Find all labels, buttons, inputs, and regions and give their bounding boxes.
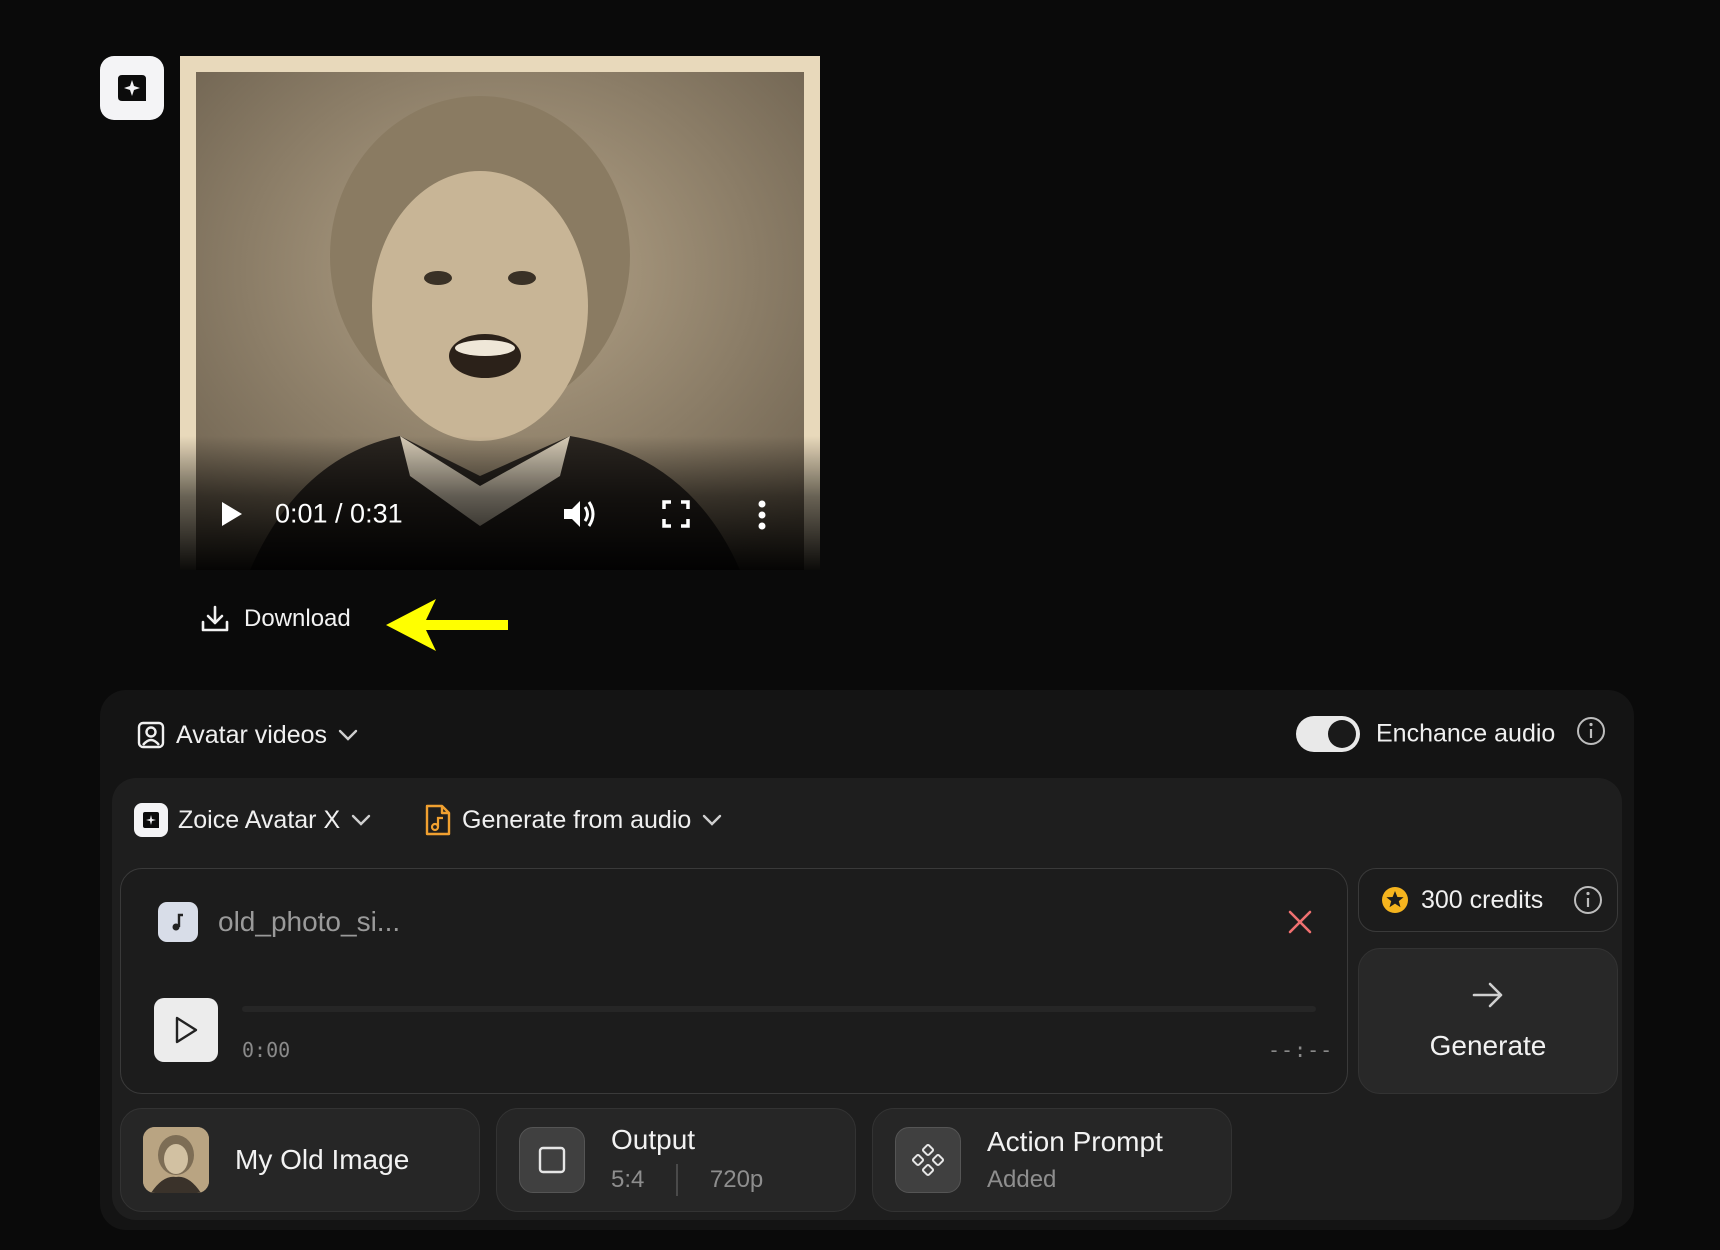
arrow-right-icon <box>1472 982 1503 1008</box>
enhance-audio-toggle[interactable] <box>1296 716 1360 752</box>
video-player[interactable]: 0:01 / 0:31 <box>180 56 820 570</box>
chevron-down-icon <box>351 814 371 826</box>
credits-display: 300 credits <box>1358 868 1618 932</box>
info-icon[interactable] <box>1573 885 1603 915</box>
audio-file-icon <box>425 804 451 836</box>
chevron-down-icon <box>338 729 358 741</box>
action-prompt-title: Action Prompt <box>987 1126 1163 1157</box>
audio-play-button[interactable] <box>154 998 218 1062</box>
video-time-display: 0:01 / 0:31 <box>275 498 403 529</box>
annotation-arrow-icon <box>386 599 508 651</box>
image-chip-label: My Old Image <box>235 1144 410 1175</box>
divider <box>676 1164 678 1196</box>
more-vertical-icon[interactable] <box>758 500 766 530</box>
action-prompt-chip[interactable]: Action Prompt Added <box>872 1108 1232 1212</box>
info-icon[interactable] <box>1576 716 1606 746</box>
play-icon[interactable] <box>220 500 244 528</box>
avatar-icon <box>137 721 165 749</box>
close-icon[interactable] <box>1286 908 1314 936</box>
image-chip[interactable]: My Old Image <box>120 1108 480 1212</box>
source-label: Generate from audio <box>462 805 692 834</box>
credits-label: 300 credits <box>1421 885 1544 914</box>
mode-label: Avatar videos <box>176 720 328 749</box>
download-icon <box>201 605 229 632</box>
sparkle-logo-icon <box>118 75 146 101</box>
model-dropdown[interactable]: Zoice Avatar X <box>134 800 372 840</box>
source-dropdown[interactable]: Generate from audio <box>424 800 723 840</box>
audio-time-current: 0:00 <box>242 1038 291 1062</box>
output-resolution: 720p <box>709 1166 764 1193</box>
model-logo-icon <box>134 803 168 837</box>
square-icon <box>519 1127 585 1193</box>
audio-progress-bar[interactable] <box>242 1006 1316 1012</box>
enhance-audio-label: Enchance audio <box>1376 719 1556 748</box>
app-logo <box>100 56 164 120</box>
audio-time-total: --:-- <box>1268 1038 1334 1062</box>
model-label: Zoice Avatar X <box>178 805 341 834</box>
action-prompt-icon <box>895 1127 961 1193</box>
image-thumbnail <box>143 1127 209 1193</box>
star-coin-icon <box>1382 887 1408 913</box>
audio-input-box <box>120 868 1348 1094</box>
audio-filename: old_photo_si... <box>218 906 401 937</box>
output-ratio: 5:4 <box>611 1166 645 1193</box>
volume-icon[interactable] <box>562 497 598 531</box>
generate-button[interactable]: Generate <box>1358 948 1618 1094</box>
music-note-icon <box>158 902 198 942</box>
action-prompt-status: Added <box>987 1166 1057 1193</box>
download-label: Download <box>244 605 351 632</box>
chevron-down-icon <box>703 814 722 826</box>
download-button[interactable]: Download <box>200 602 351 636</box>
mode-dropdown[interactable]: Avatar videos <box>136 715 359 755</box>
toggle-knob <box>1328 720 1356 748</box>
generate-label: Generate <box>1429 1030 1547 1061</box>
fullscreen-icon[interactable] <box>662 500 690 528</box>
play-icon <box>175 1016 198 1044</box>
output-chip[interactable]: Output 5:4 720p <box>496 1108 856 1212</box>
output-title: Output <box>611 1124 696 1155</box>
